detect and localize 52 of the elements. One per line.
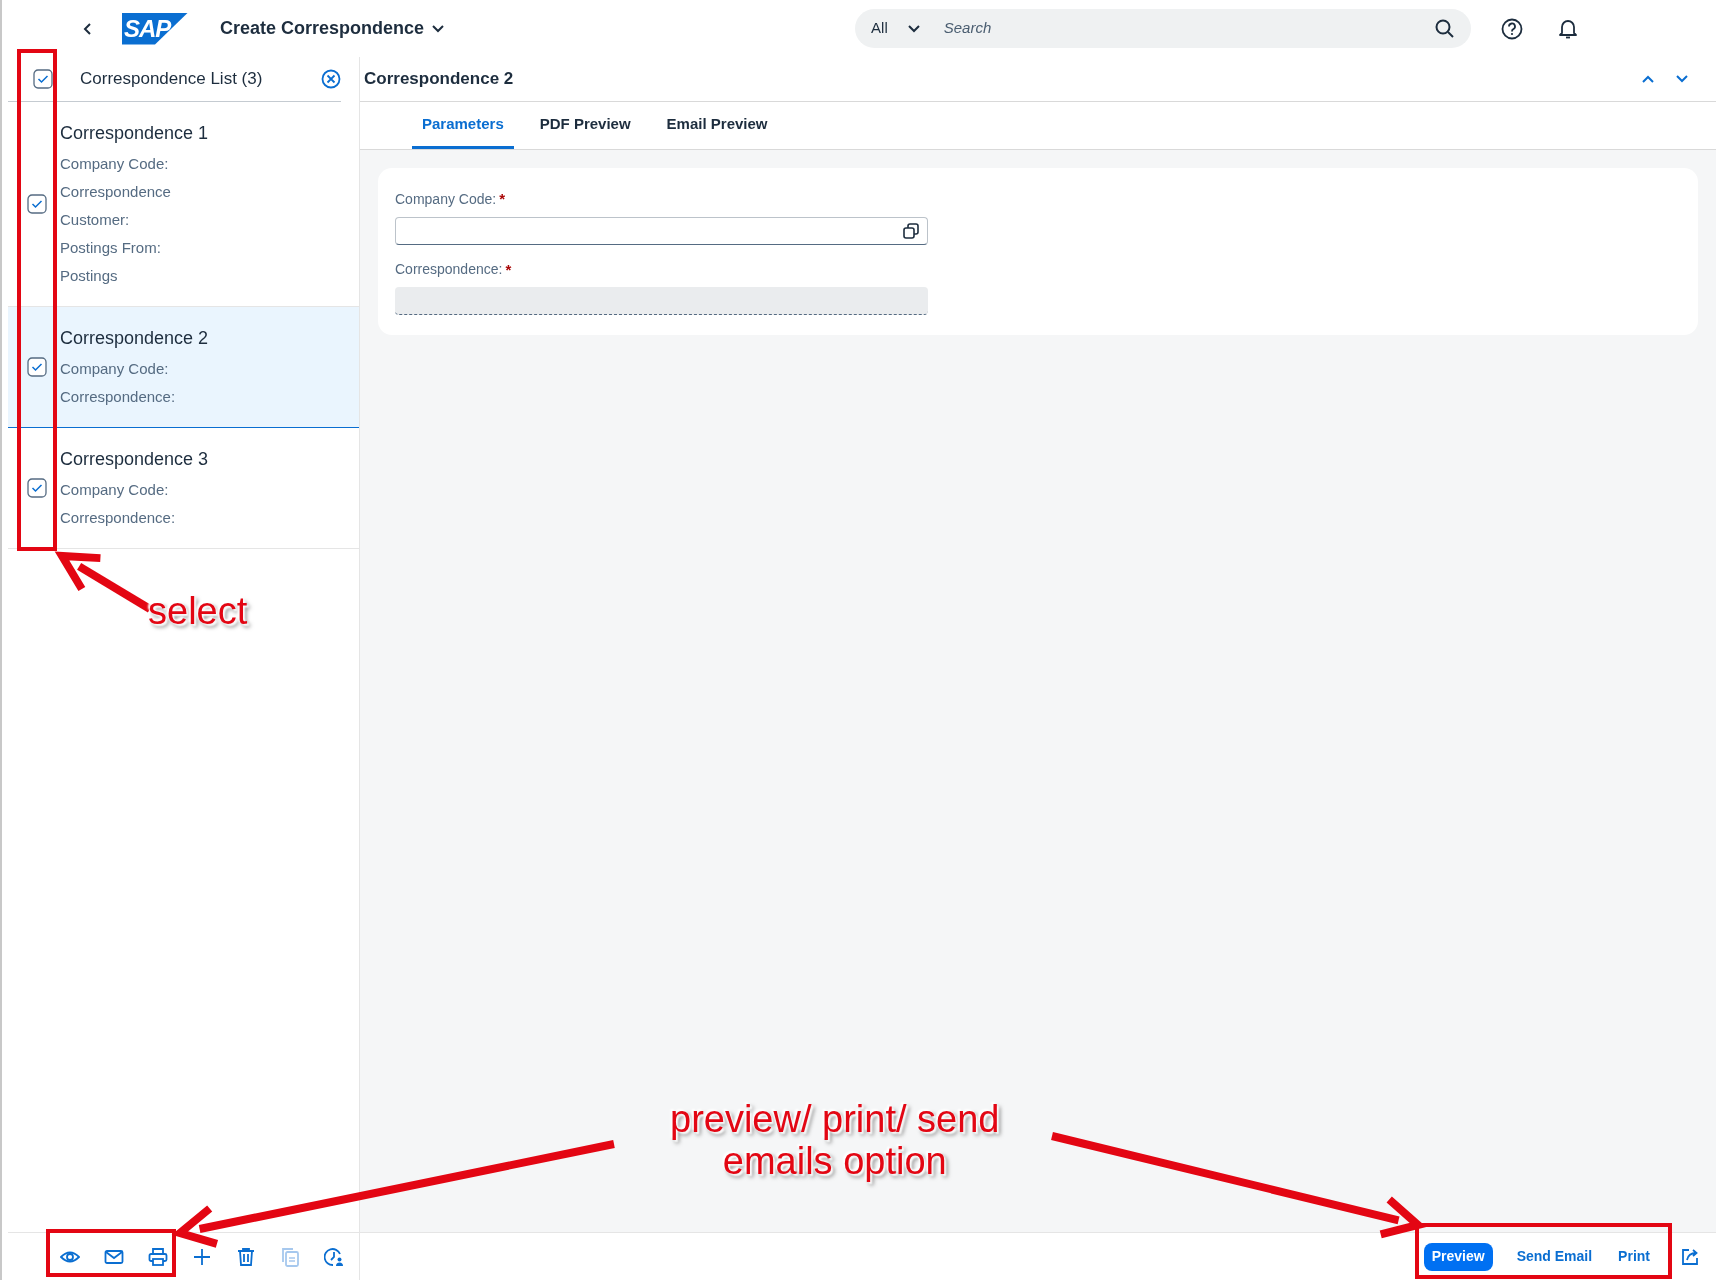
search-icon[interactable] [1435, 18, 1456, 39]
annotation-text: emails option [722, 1140, 947, 1182]
item-checkbox[interactable] [26, 194, 47, 214]
item-field-label: Postings From: [60, 238, 162, 258]
required-mark: * [499, 189, 505, 209]
action-button[interactable]: Print [1610, 1242, 1658, 1271]
annotation-text: preview/ print/ send [670, 1098, 1000, 1140]
item-checkbox[interactable] [26, 357, 47, 377]
clock-person-icon[interactable] [324, 1246, 344, 1267]
item-title: Correspondence 1 [60, 122, 209, 145]
chevron-up-icon[interactable] [1642, 75, 1654, 83]
item-field-label: Correspondence: [60, 508, 177, 528]
required-mark: * [505, 259, 512, 280]
search-field[interactable]: All Search [855, 9, 1472, 48]
action-button[interactable]: Preview [1423, 1242, 1493, 1271]
item-field-label: Correspondence: [60, 387, 177, 407]
item-field-label: Company Code: [60, 154, 170, 174]
item-title: Correspondence 3 [60, 448, 209, 471]
value-help-icon[interactable] [903, 222, 919, 239]
tab[interactable]: Parameters [412, 102, 514, 149]
item-field-label: Company Code: [60, 359, 170, 379]
chevron-down-icon [907, 24, 920, 33]
help-icon[interactable] [1501, 17, 1524, 40]
action-button[interactable]: Send Email [1508, 1242, 1601, 1271]
item-field-label: Correspondence [60, 182, 172, 202]
annotation-text: select [148, 590, 248, 632]
app-title-menu[interactable]: Create Correspondence [220, 15, 445, 42]
logo: SAP [122, 12, 188, 45]
close-icon[interactable] [321, 69, 341, 89]
tab[interactable]: PDF Preview [529, 102, 641, 149]
select-all-checkbox[interactable] [33, 69, 53, 89]
back-icon [83, 21, 93, 36]
tab[interactable]: Email Preview [656, 102, 778, 149]
scope-select[interactable]: All [871, 17, 920, 40]
plus-icon[interactable] [192, 1246, 212, 1267]
input-field[interactable] [395, 216, 928, 245]
list-item[interactable]: Correspondence 2 Company Code: Correspondence: [8, 307, 359, 428]
chevron-down-icon [432, 24, 445, 33]
item-field-label: Postings [60, 266, 119, 286]
item-title: Correspondence 2 [60, 327, 209, 350]
printer-icon[interactable] [148, 1246, 168, 1267]
item-field-label: Customer: [60, 210, 131, 230]
trash-icon[interactable] [236, 1246, 256, 1267]
list-title: Correspondence List (3) [80, 68, 263, 91]
item-field-label: Company Code: [60, 480, 170, 500]
chevron-down-icon[interactable] [1676, 75, 1688, 83]
field-label: Correspondence: [395, 260, 503, 280]
field-label: Company Code: [395, 189, 497, 209]
share-icon[interactable] [1680, 1246, 1700, 1267]
detail-title: Correspondence 2 [364, 68, 514, 91]
bell-icon[interactable] [1558, 17, 1579, 40]
item-checkbox[interactable] [26, 478, 47, 498]
